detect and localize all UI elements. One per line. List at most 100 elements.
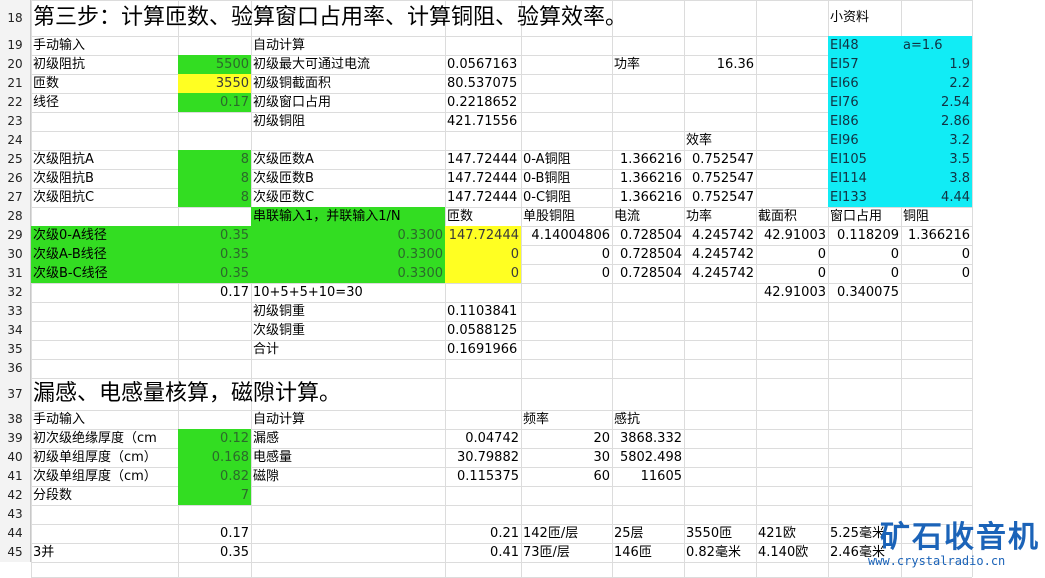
ei-value-cell[interactable]: 3.2 — [901, 131, 972, 150]
auto-label[interactable]: 次级铜重 — [251, 321, 445, 340]
row-header[interactable]: 40 — [0, 448, 31, 467]
row-header[interactable]: 34 — [0, 321, 31, 340]
input-value-cell[interactable]: 0.17 — [178, 93, 251, 112]
auto-label[interactable]: 次级匝数A — [251, 150, 445, 169]
reactance-value[interactable]: 5802.498 — [612, 448, 684, 467]
row-header[interactable]: 21 — [0, 74, 31, 93]
mode-value-cell[interactable]: 0.3300 — [251, 245, 445, 264]
manual-input-header[interactable]: 手动输入 — [31, 36, 178, 55]
row-header[interactable]: 25 — [0, 150, 31, 169]
auto-label[interactable]: 初级最大可通过电流 — [251, 55, 445, 74]
window-value[interactable]: 0.118209 — [828, 226, 901, 245]
current-value[interactable]: 0.728504 — [612, 264, 684, 283]
ei-size-cell[interactable]: EI86 — [828, 112, 901, 131]
row-header[interactable]: 38 — [0, 410, 31, 429]
row-header[interactable]: 35 — [0, 340, 31, 359]
sheet-cell[interactable]: 142匝/层 — [521, 524, 612, 543]
ei-size-cell[interactable]: EI66 — [828, 74, 901, 93]
auto-label[interactable]: 电感量 — [251, 448, 445, 467]
efficiency-value[interactable]: 0.752547 — [684, 188, 756, 207]
mode-header[interactable]: 串联输入1，并联输入1/N — [251, 207, 445, 226]
row-header[interactable]: 23 — [0, 112, 31, 131]
input-label[interactable]: 次级阻抗B — [31, 169, 178, 188]
efficiency-label[interactable]: 效率 — [684, 131, 756, 150]
reference-label[interactable]: 小资料 — [828, 0, 972, 36]
input-value-cell[interactable]: 3550 — [178, 74, 251, 93]
sheet-cell[interactable]: 421欧 — [756, 524, 828, 543]
area-value[interactable]: 0 — [756, 264, 828, 283]
ei-size-cell[interactable]: EI76 — [828, 93, 901, 112]
sheet-cell[interactable]: 0.21 — [251, 524, 521, 543]
input-label[interactable]: 初次级绝缘厚度（cm — [31, 429, 178, 448]
row-header[interactable]: 27 — [0, 188, 31, 207]
resistance-label[interactable]: 0-A铜阻 — [521, 150, 612, 169]
sheet-cell[interactable]: 4.140欧 — [756, 543, 828, 562]
column-header[interactable]: 截面积 — [756, 207, 828, 226]
input-value-cell[interactable]: 8 — [178, 150, 251, 169]
auto-value[interactable]: 0.04742 — [445, 429, 521, 448]
window-value[interactable]: 0 — [828, 245, 901, 264]
sheet-cell[interactable]: 73匝/层 — [521, 543, 612, 562]
sheet-cell[interactable]: 0.41 — [251, 543, 521, 562]
resistance-label[interactable]: 0-B铜阻 — [521, 169, 612, 188]
resistance-label[interactable]: 0-C铜阻 — [521, 188, 612, 207]
manual-input-header[interactable]: 手动输入 — [31, 410, 178, 429]
ei-value-cell[interactable]: 1.9 — [901, 55, 972, 74]
column-header[interactable]: 感抗 — [612, 410, 684, 429]
auto-label[interactable]: 初级铜重 — [251, 302, 445, 321]
input-label[interactable]: 次级0-A线径 — [31, 226, 178, 245]
efficiency-value[interactable]: 0.752547 — [684, 150, 756, 169]
auto-label[interactable]: 初级铜阻 — [251, 112, 445, 131]
spreadsheet-grid[interactable]: 18 19 20 21 22 23 24 25 26 27 28 29 30 31 32 33 34 35 36 37… — [0, 0, 973, 578]
column-header[interactable]: 窗口占用 — [828, 207, 901, 226]
row-header[interactable]: 31 — [0, 264, 31, 283]
ei-value-cell[interactable]: a=1.6 — [901, 36, 972, 55]
current-value[interactable]: 0.728504 — [612, 226, 684, 245]
resistance-value[interactable]: 1.366216 — [612, 188, 684, 207]
ei-size-cell[interactable]: EI133 — [828, 188, 901, 207]
window-value[interactable]: 0 — [828, 264, 901, 283]
sheet-cell[interactable]: 0.82毫米 — [684, 543, 756, 562]
frequency-value[interactable]: 60 — [521, 467, 612, 486]
resistance-value[interactable]: 1.366216 — [612, 169, 684, 188]
row-header[interactable]: 19 — [0, 36, 31, 55]
area-value[interactable]: 0 — [756, 245, 828, 264]
resistance-value[interactable]: 1.366216 — [612, 150, 684, 169]
column-header[interactable]: 功率 — [684, 207, 756, 226]
column-header[interactable]: 电流 — [612, 207, 684, 226]
section-title[interactable]: 漏感、电感量核算，磁隙计算。 — [31, 378, 684, 410]
input-value-cell[interactable]: 8 — [178, 169, 251, 188]
row-header[interactable]: 32 — [0, 283, 31, 302]
input-label[interactable]: 初级单组厚度（cm） — [31, 448, 178, 467]
input-value-cell[interactable]: 8 — [178, 188, 251, 207]
ei-value-cell[interactable]: 2.86 — [901, 112, 972, 131]
row-header[interactable]: 24 — [0, 131, 31, 150]
sheet-cell[interactable]: 3550匝 — [684, 524, 756, 543]
column-header[interactable]: 铜阻 — [901, 207, 972, 226]
auto-value[interactable]: 0.0567163 — [445, 55, 521, 74]
ei-size-cell[interactable]: EI48 — [828, 36, 901, 55]
ei-size-cell[interactable]: EI105 — [828, 150, 901, 169]
power-value[interactable]: 4.245742 — [684, 264, 756, 283]
column-header[interactable]: 匝数 — [445, 207, 521, 226]
strand-resistance-value[interactable]: 0 — [521, 245, 612, 264]
row-header[interactable]: 39 — [0, 429, 31, 448]
strand-resistance-value[interactable]: 0 — [521, 264, 612, 283]
auto-value[interactable]: 0.1103841 — [445, 302, 521, 321]
row-header[interactable]: 37 — [0, 378, 31, 410]
input-value-cell[interactable]: 0.35 — [178, 264, 251, 283]
input-value-cell[interactable]: 5500 — [178, 55, 251, 74]
reactance-value[interactable]: 11605 — [612, 467, 684, 486]
frequency-value[interactable]: 30 — [521, 448, 612, 467]
row-header[interactable]: 22 — [0, 93, 31, 112]
power-label[interactable]: 功率 — [612, 55, 684, 74]
row-header[interactable]: 29 — [0, 226, 31, 245]
auto-label[interactable]: 次级匝数C — [251, 188, 445, 207]
auto-label[interactable]: 磁隙 — [251, 467, 445, 486]
input-value-cell[interactable]: 7 — [178, 486, 251, 505]
ei-value-cell[interactable]: 3.5 — [901, 150, 972, 169]
row-header[interactable]: 33 — [0, 302, 31, 321]
auto-label[interactable]: 合计 — [251, 340, 445, 359]
input-label[interactable]: 次级阻抗C — [31, 188, 178, 207]
ei-size-cell[interactable]: EI96 — [828, 131, 901, 150]
